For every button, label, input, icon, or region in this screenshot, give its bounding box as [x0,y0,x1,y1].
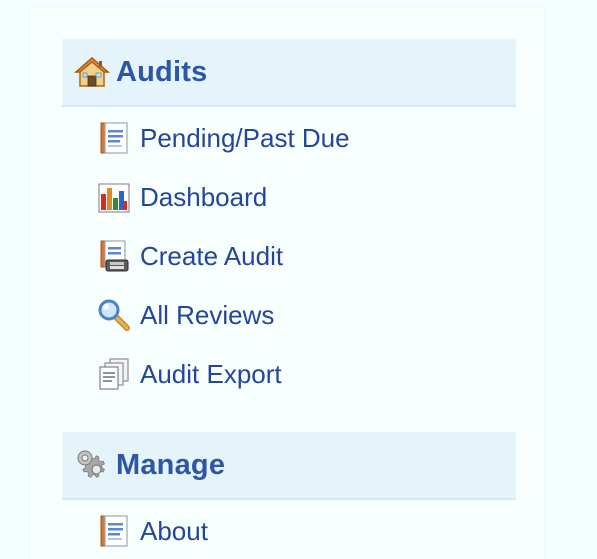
menu-item-label: All Reviews [140,299,275,330]
magnifier-icon [96,297,132,333]
menu-item-label: About [140,515,208,546]
menu-item-label: Create Audit [140,240,284,271]
copy-documents-icon [96,356,132,392]
menu-item-label: Pending/Past Due [140,122,350,153]
home-icon [74,54,110,90]
create-document-icon [96,238,132,274]
menu-item-all-reviews[interactable]: All Reviews [96,294,274,336]
menu-item-about[interactable]: About [96,510,208,552]
menu-item-pending-past-due[interactable]: Pending/Past Due [96,117,350,159]
gear-icon [74,447,110,483]
manage-title: Manage [116,448,226,481]
menu-item-create-audit[interactable]: Create Audit [96,235,283,277]
audits-title: Audits [116,55,208,88]
manage-section-header[interactable]: Manage [62,432,516,500]
menu-item-dashboard[interactable]: Dashboard [96,176,267,218]
audits-section: Audits [62,39,516,107]
menu-item-label: Dashboard [140,181,268,212]
sidebar-panel: Audits Pending/Past Due Dashboard Create… [30,8,544,559]
menu-item-label: Audit Export [140,358,282,389]
manage-section: Manage [62,432,516,500]
audits-section-header[interactable]: Audits [62,39,516,107]
document-icon [96,513,132,549]
menu-item-audit-export[interactable]: Audit Export [96,353,282,395]
document-icon [96,120,132,156]
bar-chart-icon [96,179,132,215]
